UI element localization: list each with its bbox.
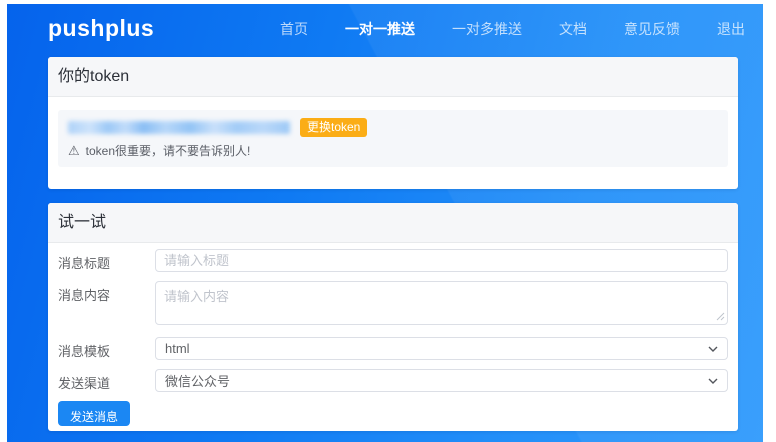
nav-item-home[interactable]: 首页 bbox=[280, 19, 308, 39]
brand-logo[interactable]: pushplus bbox=[48, 15, 154, 42]
page-content: 你的token 更换token ⚠ token很重要，请不要告诉别人! 试一试 bbox=[7, 53, 763, 442]
send-channel-label: 发送渠道 bbox=[58, 369, 155, 392]
try-form: 消息标题 消息内容 消息模板 bbox=[48, 243, 738, 431]
nav-menu: 首页 一对一推送 一对多推送 文档 意见反馈 退出 bbox=[280, 19, 745, 39]
try-card: 试一试 消息标题 消息内容 bbox=[48, 203, 738, 431]
message-template-label: 消息模板 bbox=[58, 337, 155, 360]
token-card: 你的token 更换token ⚠ token很重要，请不要告诉别人! bbox=[48, 57, 738, 189]
textarea-resize-grip[interactable] bbox=[716, 312, 725, 321]
top-navbar: pushplus 首页 一对一推送 一对多推送 文档 意见反馈 退出 bbox=[7, 4, 763, 53]
token-warning: ⚠ token很重要，请不要告诉别人! bbox=[68, 142, 718, 159]
token-warning-text: token很重要，请不要告诉别人! bbox=[86, 142, 251, 159]
nav-item-one-to-one-push[interactable]: 一对一推送 bbox=[345, 19, 415, 39]
token-value-blurred bbox=[68, 121, 290, 134]
channel-selected-value: 微信公众号 bbox=[165, 371, 230, 390]
message-content-textarea[interactable] bbox=[155, 281, 728, 325]
nav-item-feedback[interactable]: 意见反馈 bbox=[624, 19, 680, 39]
token-card-title: 你的token bbox=[48, 57, 738, 97]
template-selected-value: html bbox=[165, 341, 190, 356]
chevron-down-icon bbox=[708, 346, 718, 352]
warning-icon: ⚠ bbox=[68, 143, 80, 159]
token-row: 更换token bbox=[68, 118, 718, 137]
message-title-input[interactable] bbox=[155, 249, 728, 272]
nav-item-one-to-many-push[interactable]: 一对多推送 bbox=[452, 19, 522, 39]
page-background: pushplus 首页 一对一推送 一对多推送 文档 意见反馈 退出 你的tok… bbox=[7, 4, 763, 442]
try-card-title: 试一试 bbox=[48, 203, 738, 243]
form-row-template: 消息模板 html bbox=[58, 337, 728, 360]
nav-item-logout[interactable]: 退出 bbox=[717, 19, 745, 39]
token-box: 更换token ⚠ token很重要，请不要告诉别人! bbox=[58, 110, 728, 167]
chevron-down-icon bbox=[708, 378, 718, 384]
form-row-channel: 发送渠道 微信公众号 bbox=[58, 369, 728, 392]
form-row-content: 消息内容 bbox=[58, 281, 728, 325]
message-content-label: 消息内容 bbox=[58, 281, 155, 325]
send-message-button[interactable]: 发送消息 bbox=[58, 401, 130, 426]
token-card-body: 更换token ⚠ token很重要，请不要告诉别人! bbox=[48, 97, 738, 189]
message-template-select[interactable]: html bbox=[155, 337, 728, 360]
nav-item-docs[interactable]: 文档 bbox=[559, 19, 587, 39]
send-channel-select[interactable]: 微信公众号 bbox=[155, 369, 728, 392]
change-token-button[interactable]: 更换token bbox=[300, 118, 367, 137]
form-row-title: 消息标题 bbox=[58, 249, 728, 272]
message-title-label: 消息标题 bbox=[58, 249, 155, 272]
